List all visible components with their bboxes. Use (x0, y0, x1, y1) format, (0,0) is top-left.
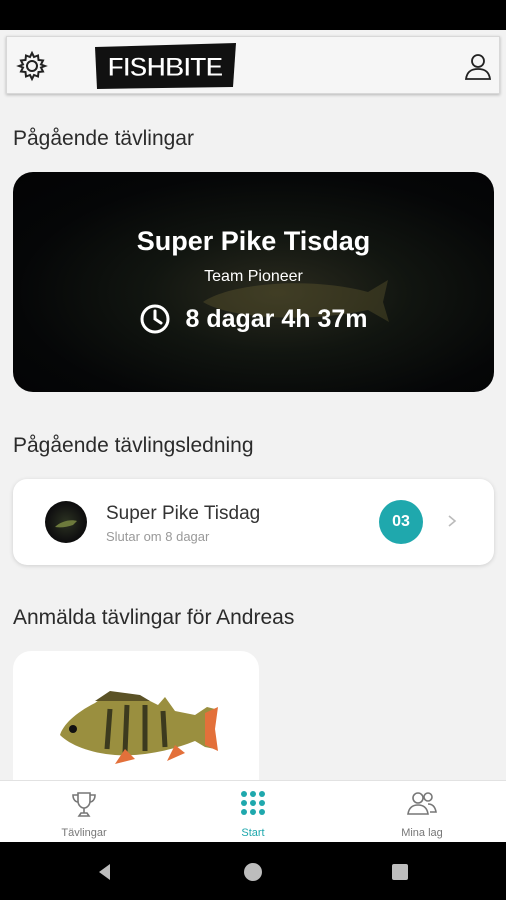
leaderboard-ends: Slutar om 8 dagar (106, 529, 210, 544)
nav-label-competitions: Tävlingar (61, 827, 107, 839)
svg-text:FISHBITE: FISHBITE (107, 52, 222, 82)
leaderboard-competition-name: Super Pike Tisdag (106, 503, 261, 524)
system-navigation-bar (0, 842, 506, 900)
ongoing-competition-card[interactable]: Super Pike Tisdag Team Pioneer 8 dagar 4… (13, 172, 494, 392)
position-badge: 03 (379, 500, 423, 544)
back-icon[interactable] (95, 862, 115, 882)
bottom-navigation: Tävlingar Start Mina lag (0, 780, 506, 842)
gear-icon[interactable] (15, 49, 49, 83)
trophy-icon (72, 792, 96, 817)
perch-image (60, 691, 218, 764)
registered-section-title: Anmälda tävlingar för Andreas (13, 606, 295, 629)
home-icon[interactable] (243, 862, 263, 882)
grid-icon (241, 791, 265, 815)
recents-icon[interactable] (390, 862, 410, 882)
registered-competition-card[interactable] (13, 651, 259, 801)
nav-label-start: Start (241, 827, 265, 839)
nav-item-my-teams[interactable]: Mina lag (338, 781, 506, 843)
leaderboard-card[interactable]: Super Pike Tisdag Slutar om 8 dagar 03 (13, 479, 494, 565)
user-icon[interactable] (461, 49, 495, 83)
status-bar (0, 0, 506, 30)
clock-icon (140, 304, 170, 334)
people-icon (407, 792, 437, 815)
countdown-text: 8 dagar 4h 37m (185, 304, 368, 333)
chevron-right-icon[interactable] (445, 511, 459, 531)
ongoing-section-title: Pågående tävlingar (13, 127, 194, 150)
nav-label-my-teams: Mina lag (401, 827, 443, 839)
nav-item-start[interactable]: Start (169, 781, 337, 843)
competition-avatar (45, 501, 87, 543)
nav-item-competitions[interactable]: Tävlingar (0, 781, 168, 843)
leaderboard-section-title: Pågående tävlingsledning (13, 434, 254, 457)
team-name: Team Pioneer (204, 268, 303, 285)
competition-title: Super Pike Tisdag (136, 226, 371, 256)
app-header: FISHBITE (6, 36, 500, 94)
fishbite-logo: FISHBITE (95, 43, 236, 89)
countdown: 8 dagar 4h 37m (13, 303, 494, 335)
